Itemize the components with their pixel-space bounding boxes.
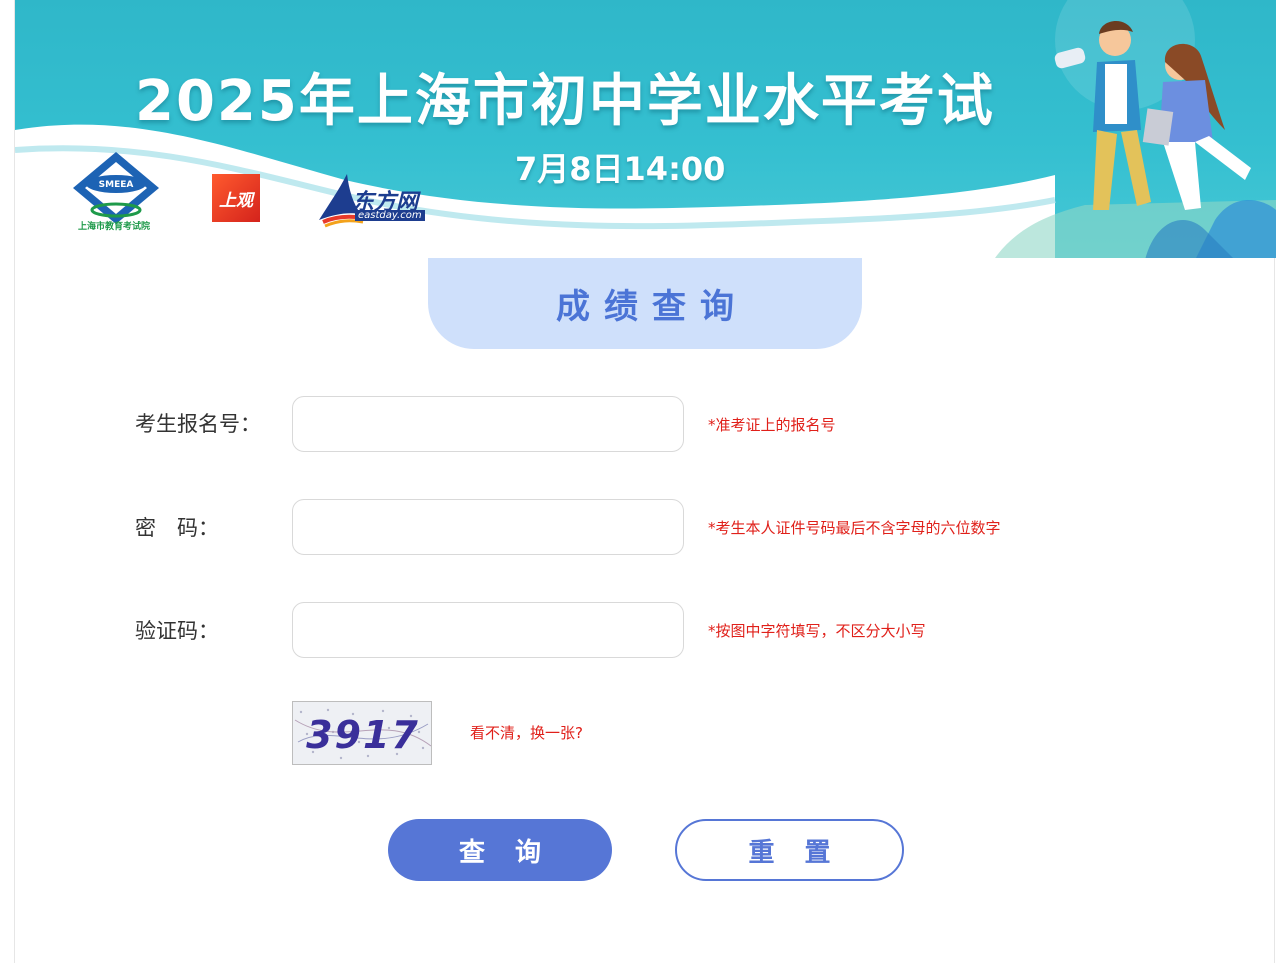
- password-input[interactable]: [292, 499, 684, 555]
- header-banner: 2025年上海市初中学业水平考试 7月8日14:00 SMEEA 上海市教育考试…: [15, 0, 1276, 258]
- section-title-tab: 成绩查询: [428, 258, 862, 349]
- smeea-logo-text: 上海市教育考试院: [77, 222, 150, 232]
- reset-button[interactable]: 重置: [675, 819, 904, 881]
- password-label: 密 码：: [135, 516, 219, 540]
- smeea-logo-mark: SMEEA: [99, 180, 134, 190]
- exam-number-label: 考生报名号：: [135, 412, 261, 436]
- refresh-captcha-link[interactable]: 看不清，换一张?: [470, 722, 583, 743]
- page-container: 2025年上海市初中学业水平考试 7月8日14:00 SMEEA 上海市教育考试…: [14, 0, 1276, 963]
- captcha-image[interactable]: 3917: [292, 701, 432, 765]
- captcha-text: 3917: [306, 713, 420, 757]
- shangguan-logo: 上观: [212, 174, 260, 222]
- exam-number-hint: *准考证上的报名号: [708, 416, 836, 434]
- banner-title: 2025年上海市初中学业水平考试: [135, 69, 995, 134]
- students-illustration: [1054, 20, 1276, 258]
- query-button[interactable]: 查询: [388, 819, 612, 881]
- captcha-noise-graphic: 3917: [293, 702, 431, 764]
- captcha-label: 验证码：: [135, 619, 219, 643]
- section-title: 成绩查询: [556, 287, 748, 327]
- password-hint: *考生本人证件号码最后不含字母的六位数字: [708, 519, 1001, 537]
- captcha-hint: *按图中字符填写，不区分大小写: [708, 622, 926, 640]
- captcha-input[interactable]: [292, 602, 684, 658]
- exam-number-input[interactable]: [292, 396, 684, 452]
- eastday-logo-url: eastday.com: [355, 210, 425, 221]
- banner-date: 7月8日14:00: [515, 150, 726, 188]
